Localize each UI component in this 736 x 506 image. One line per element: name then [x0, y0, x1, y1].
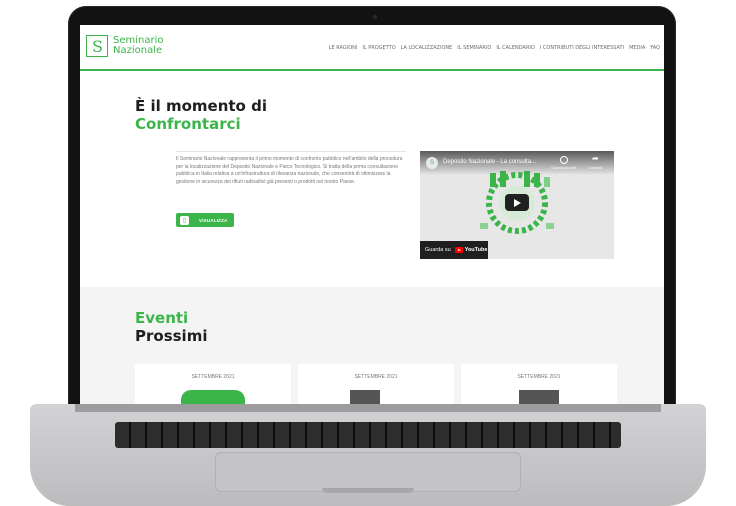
- nav-item-media[interactable]: MEDIA: [629, 45, 645, 51]
- event-card[interactable]: SETTEMBRE 2021: [461, 364, 617, 405]
- nav-item-il-calendario[interactable]: IL CALENDARIO: [496, 45, 535, 51]
- share-icon[interactable]: ➦: [592, 154, 599, 163]
- channel-avatar-icon[interactable]: S: [426, 157, 438, 169]
- trackpad: [215, 452, 521, 492]
- logo-text[interactable]: Seminario Nazionale: [113, 36, 164, 56]
- event-card-month: SETTEMBRE 2021: [517, 374, 561, 380]
- watch-later-label: Guarda più tardi: [551, 166, 577, 170]
- events-title-line1: Eventi: [135, 309, 189, 327]
- hero-description: Il Seminario Nazionale rappresenta il pr…: [176, 151, 406, 186]
- hero-title-line2: Confrontarci: [135, 115, 241, 133]
- keyboard: [115, 422, 621, 448]
- video-title[interactable]: Deposito Nazionale - La consulta...: [443, 159, 536, 165]
- hero-title-line1: È il momento di: [135, 97, 267, 115]
- document-icon: ▯: [180, 215, 189, 225]
- share-label: Condividi: [588, 166, 603, 170]
- event-card-month: SETTEMBRE 2021: [191, 374, 235, 380]
- visualizza-button[interactable]: ▯ VISUALIZZA: [176, 213, 234, 227]
- nav-item-contributi[interactable]: I CONTRIBUTI DEGLI INTERESSATI: [540, 45, 624, 51]
- events-title-line2: Prossimi: [135, 327, 208, 345]
- nav-item-la-localizzazione[interactable]: LA LOCALIZZAZIONE: [401, 45, 453, 51]
- watch-on-label: Guarda su: [425, 247, 451, 253]
- logo-mark-icon[interactable]: S: [86, 35, 108, 57]
- event-card-day: [519, 390, 559, 405]
- youtube-label: YouTube: [464, 247, 488, 253]
- lid-notch: [322, 488, 414, 493]
- laptop-mockup: S Seminario Nazionale LE RAGIONI IL PROG…: [0, 0, 736, 506]
- nav-item-il-seminario[interactable]: IL SEMINARIO: [457, 45, 491, 51]
- logo-line2: Nazionale: [113, 45, 163, 56]
- nav-item-le-ragioni[interactable]: LE RAGIONI: [329, 45, 358, 51]
- event-card[interactable]: SETTEMBRE 2021: [135, 364, 291, 405]
- nav-item-il-progetto[interactable]: IL PROGETTO: [362, 45, 395, 51]
- watch-on-youtube-button[interactable]: Guarda su YouTube: [420, 241, 488, 259]
- events-section: Eventi Prossimi SETTEMBRE 2021 SETTEMBRE…: [80, 287, 664, 405]
- play-button-icon[interactable]: [505, 194, 529, 211]
- visualizza-button-label: VISUALIZZA: [199, 217, 228, 223]
- event-card-day: [350, 390, 380, 405]
- main-nav: LE RAGIONI IL PROGETTO LA LOCALIZZAZIONE…: [329, 45, 660, 51]
- watch-later-icon[interactable]: [560, 156, 568, 164]
- laptop-hinge: [75, 404, 661, 412]
- event-card-month: SETTEMBRE 2021: [354, 374, 398, 380]
- video-embed[interactable]: S Deposito Nazionale - La consulta... Gu…: [420, 151, 614, 259]
- nav-item-faq[interactable]: FAQ: [650, 45, 660, 51]
- event-card[interactable]: SETTEMBRE 2021: [298, 364, 454, 405]
- youtube-logo-icon: [454, 247, 463, 253]
- event-card-day: [181, 390, 245, 405]
- site-header: S Seminario Nazionale LE RAGIONI IL PROG…: [80, 25, 664, 71]
- website-screen: S Seminario Nazionale LE RAGIONI IL PROG…: [80, 25, 664, 405]
- webcam-icon: [373, 15, 377, 19]
